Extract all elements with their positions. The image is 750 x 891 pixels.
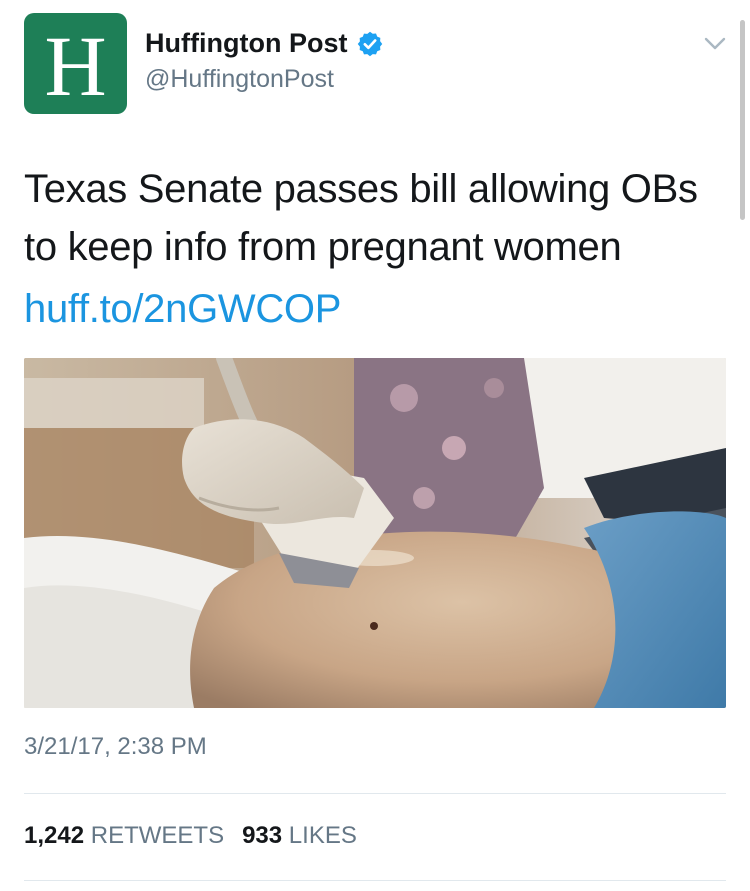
tweet-stats: 1,242 RETWEETS 933 LIKES	[24, 822, 357, 850]
verified-badge-icon	[358, 31, 383, 56]
avatar[interactable]: H	[24, 13, 127, 114]
likes-stat[interactable]: 933 LIKES	[242, 822, 357, 850]
tweet-photo[interactable]	[24, 358, 726, 708]
scrollbar[interactable]	[740, 20, 745, 220]
retweets-stat[interactable]: 1,242 RETWEETS	[24, 822, 224, 850]
tweet-detail: H Huffington Post @HuffingtonPost Texas …	[0, 0, 750, 891]
tweet-text: Texas Senate passes bill allowing OBs to…	[24, 167, 698, 269]
retweets-count: 1,242	[24, 822, 85, 849]
tweet-timestamp[interactable]: 3/21/17, 2:38 PM	[24, 733, 207, 761]
tweet-link[interactable]: huff.to/2nGWCOP	[24, 280, 341, 338]
likes-count: 933	[242, 822, 283, 849]
divider	[24, 793, 726, 794]
avatar-letter: H	[44, 17, 107, 114]
author-handle[interactable]: @HuffingtonPost	[145, 65, 334, 94]
chevron-down-icon[interactable]	[704, 37, 726, 51]
retweets-label: RETWEETS	[90, 822, 225, 849]
ultrasound-photo-illustration	[24, 358, 726, 708]
likes-label: LIKES	[288, 822, 357, 849]
display-name[interactable]: Huffington Post	[145, 28, 347, 59]
divider	[24, 880, 726, 881]
author-name-row[interactable]: Huffington Post	[145, 28, 384, 59]
